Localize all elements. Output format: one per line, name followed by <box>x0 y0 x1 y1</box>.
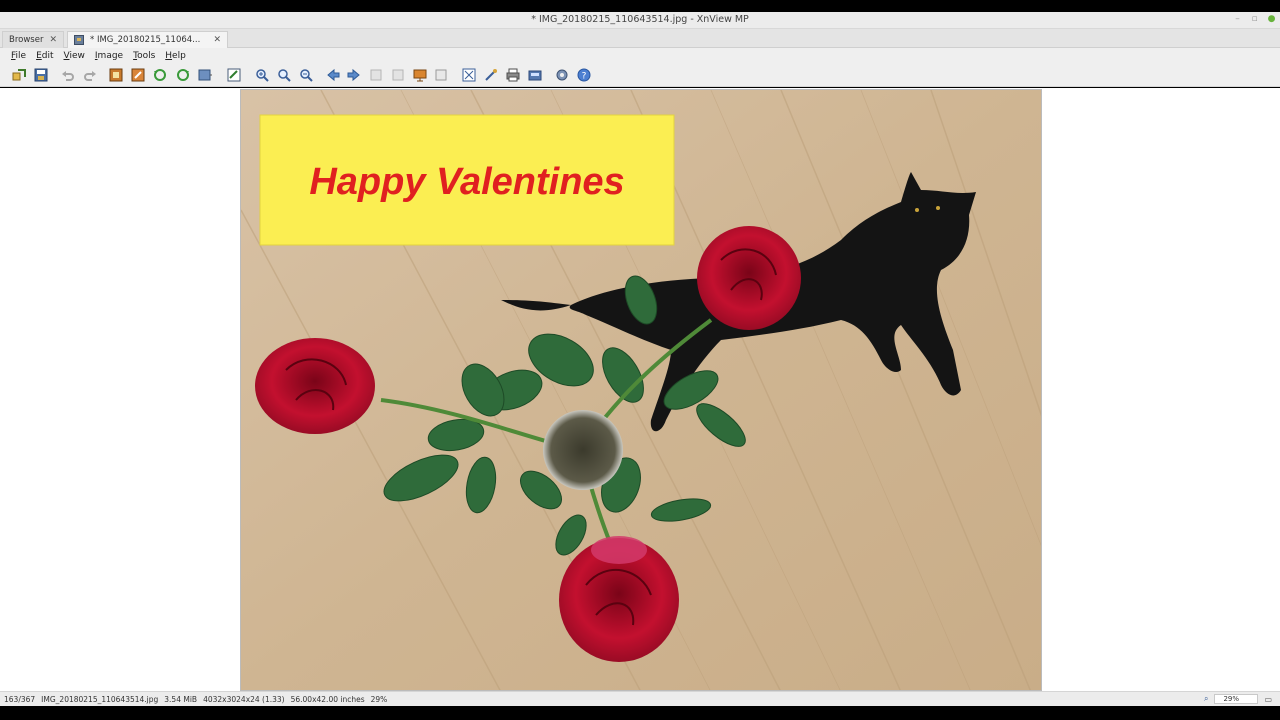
rotate-right-icon[interactable] <box>176 68 190 82</box>
photo-image: Happy Valentines <box>241 90 1041 690</box>
close-icon[interactable]: ● <box>1267 15 1276 24</box>
zoom-icon[interactable]: ⌕ <box>1204 694 1208 704</box>
tab-image[interactable]: * IMG_20180215_11064... ✕ <box>67 31 228 48</box>
zoom-fit-icon[interactable] <box>277 68 291 82</box>
image-dimensions: 4032x3024x24 (1.33) <box>203 695 285 704</box>
redo-icon[interactable] <box>83 68 97 82</box>
minimize-icon[interactable]: – <box>1233 15 1242 24</box>
screen-top-bar <box>0 0 1280 12</box>
status-info: 163/367 IMG_20180215_110643514.jpg 3.54 … <box>4 695 387 704</box>
menu-tools[interactable]: Tools <box>128 51 160 61</box>
slideshow-icon[interactable] <box>413 68 427 82</box>
scan-icon[interactable] <box>528 68 542 82</box>
screen-bottom-bar <box>0 706 1280 720</box>
print-size: 56.00x42.00 inches <box>290 695 365 704</box>
zoom-out-icon[interactable] <box>299 68 313 82</box>
maximize-icon[interactable]: ▫ <box>1250 15 1259 24</box>
menu-help[interactable]: Help <box>160 51 191 61</box>
crop-icon[interactable] <box>109 68 123 82</box>
first-icon[interactable] <box>369 68 383 82</box>
photo[interactable]: Happy Valentines <box>240 89 1042 691</box>
file-name: IMG_20180215_110643514.jpg <box>41 695 159 704</box>
adjust-icon[interactable] <box>198 68 212 82</box>
help-icon[interactable]: ? <box>577 68 591 82</box>
tab-browser[interactable]: Browser ✕ <box>2 31 64 48</box>
tab-close-icon[interactable]: ✕ <box>213 35 221 45</box>
menu-file[interactable]: File <box>6 51 31 61</box>
file-size: 3.54 MiB <box>164 695 198 704</box>
print-icon[interactable] <box>506 68 520 82</box>
fit-icon[interactable]: ▭ <box>1264 695 1272 704</box>
tab-bar: Browser ✕ * IMG_20180215_11064... ✕ <box>0 29 1280 48</box>
menu-edit[interactable]: Edit <box>31 51 58 61</box>
rotate-left-icon[interactable] <box>153 68 167 82</box>
zoom-in-icon[interactable] <box>255 68 269 82</box>
zoom-level: 29% <box>370 695 388 704</box>
browse-icon[interactable] <box>12 68 26 82</box>
edit-icon[interactable] <box>227 68 241 82</box>
caption-text: Happy Valentines <box>309 161 624 203</box>
menu-bar: File Edit View Image Tools Help <box>0 48 1280 63</box>
settings-icon[interactable] <box>555 68 569 82</box>
toolbar: ? <box>0 63 1280 87</box>
zoom-control: ⌕ 29% ▭ <box>1204 694 1272 704</box>
window-controls: – ▫ ● <box>1233 15 1276 24</box>
window-title: * IMG_20180215_110643514.jpg - XnView MP <box>531 14 749 25</box>
image-file-icon <box>74 35 84 45</box>
tab-close-icon[interactable]: ✕ <box>49 35 57 45</box>
previous-icon[interactable] <box>326 68 340 82</box>
menu-view[interactable]: View <box>59 51 90 61</box>
zoom-field[interactable]: 29% <box>1214 694 1259 704</box>
undo-icon[interactable] <box>61 68 75 82</box>
tab-label: * IMG_20180215_11064... <box>90 35 201 45</box>
svg-text:?: ? <box>582 72 587 82</box>
status-bar: 163/367 IMG_20180215_110643514.jpg 3.54 … <box>0 691 1280 706</box>
image-position: 163/367 <box>4 695 36 704</box>
next-icon[interactable] <box>347 68 361 82</box>
fit-window-icon[interactable] <box>462 68 476 82</box>
last-icon[interactable] <box>391 68 405 82</box>
tab-label: Browser <box>9 35 44 45</box>
menu-image[interactable]: Image <box>90 51 128 61</box>
tools-icon[interactable] <box>484 68 498 82</box>
resize-icon[interactable] <box>131 68 145 82</box>
fullscreen-icon[interactable] <box>434 68 448 82</box>
save-icon[interactable] <box>34 68 48 82</box>
title-bar: * IMG_20180215_110643514.jpg - XnView MP… <box>0 12 1280 29</box>
